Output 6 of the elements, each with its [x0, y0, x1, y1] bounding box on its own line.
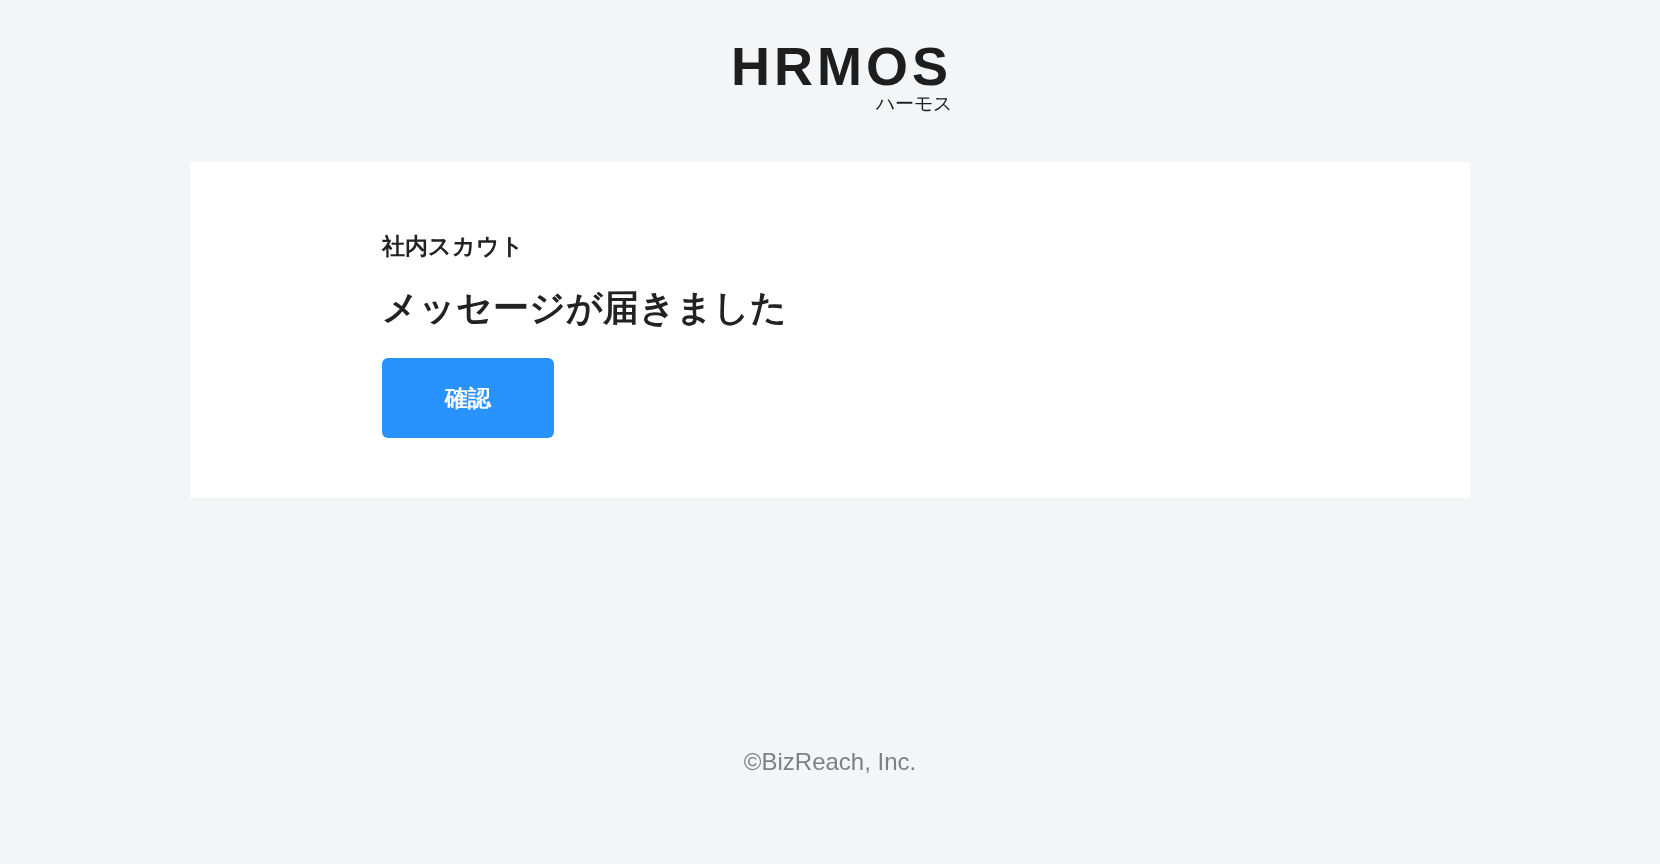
logo-wordmark: HRMOS: [731, 40, 952, 92]
confirm-button[interactable]: 確認: [382, 358, 554, 438]
card-eyebrow: 社内スカウト: [382, 232, 524, 261]
copyright-text: ©BizReach, Inc.: [743, 748, 917, 775]
card-heading: メッセージが届きました: [382, 286, 787, 330]
logo-reading: ハーモス: [876, 92, 952, 114]
